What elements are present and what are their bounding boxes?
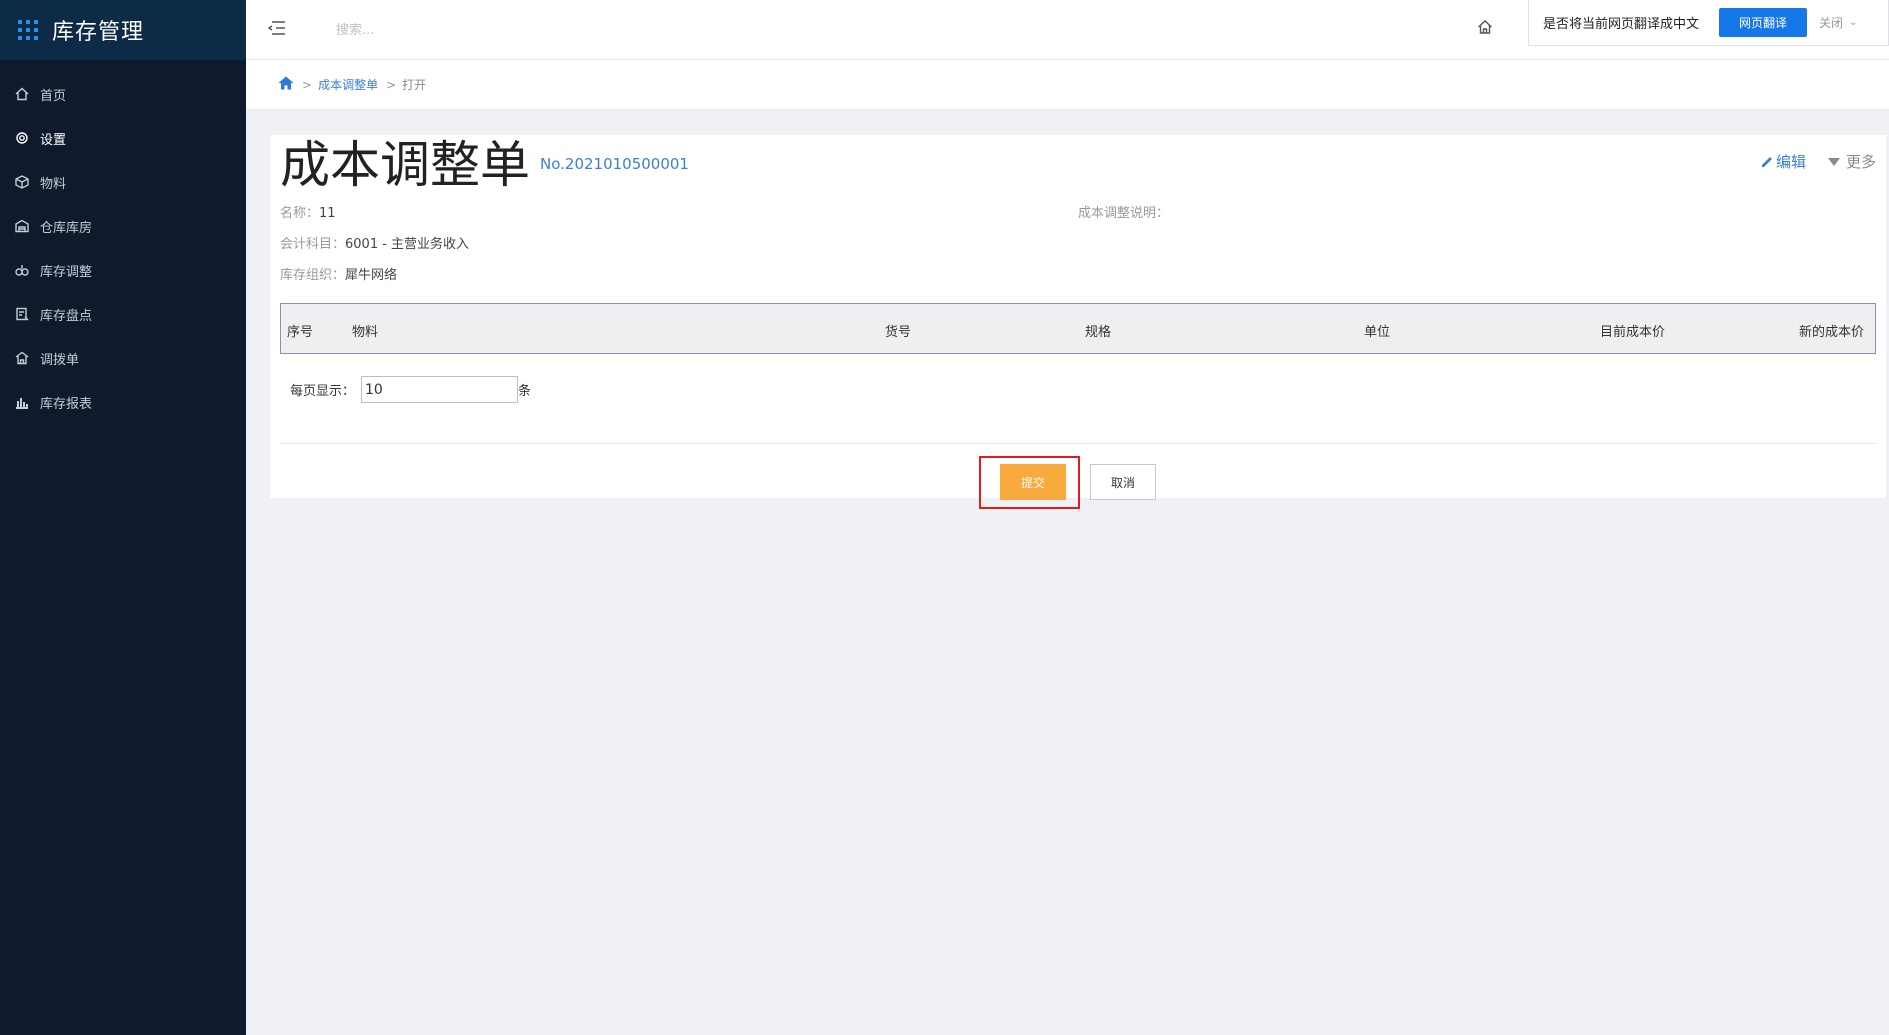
sidebar-item-label: 设置 [40,132,67,148]
menu-toggle-icon[interactable] [267,20,286,36]
sidebar-item-label: 调拨单 [40,352,80,368]
sidebar-item-settings[interactable]: 设置 [0,116,246,160]
bar-chart-icon [14,394,30,410]
more-label: 更多 [1845,153,1876,171]
edit-button[interactable]: 编辑 [1761,151,1806,172]
column-header-spec[interactable]: 规格 [1085,321,1111,340]
column-header-seq[interactable]: 序号 [287,321,313,340]
sidebar-item-warehouse[interactable]: 仓库库房 [0,204,246,248]
warehouse-icon [14,218,30,234]
edit-label: 编辑 [1775,153,1806,171]
sidebar-item-label: 仓库库房 [40,220,93,236]
sidebar-item-stock-adjust[interactable]: 库存调整 [0,248,246,292]
breadcrumb-separator: > [302,77,313,92]
table-header: 序号 物料 货号 规格 单位 目前成本价 新的成本价 [280,303,1876,354]
brand: 库存管理 [0,0,246,60]
breadcrumb: > 成本调整单 > 打开 [246,60,1889,110]
transfer-icon [14,350,30,366]
translate-close-button[interactable]: 关闭 [1819,14,1843,31]
home-icon [14,86,30,102]
breadcrumb-separator: > [386,77,397,92]
column-header-new-cost[interactable]: 新的成本价 [1799,321,1864,340]
search-input[interactable] [336,16,636,44]
name-value: 11 [319,206,336,221]
name-label: 名称： [280,206,320,221]
app-title: 库存管理 [52,20,145,45]
sidebar-item-reports[interactable]: 库存报表 [0,380,246,424]
sidebar-item-label: 首页 [40,88,67,104]
page-size-unit: 条 [518,384,532,399]
translate-prompt-text: 是否将当前网页翻译成中文 [1543,17,1700,32]
caret-down-icon [1827,157,1840,166]
home-icon[interactable] [1477,19,1495,37]
org-label: 库存组织： [280,268,346,283]
page-size-input[interactable] [361,376,519,403]
column-header-current-cost[interactable]: 目前成本价 [1600,321,1665,340]
inventory-icon [14,306,30,322]
sidebar-item-label: 库存报表 [40,396,93,412]
page-title: 成本调整单 [280,136,530,194]
account-field: 会计科目：6001 - 主营业务收入 [280,233,469,252]
cube-icon [14,174,30,190]
more-button[interactable]: 更多 [1827,151,1876,172]
translate-prompt-bar: 是否将当前网页翻译成中文 网页翻译 关闭 ⌄ [1528,0,1889,46]
chevron-down-icon[interactable]: ⌄ [1849,17,1857,28]
org-value: 犀牛网络 [345,268,398,283]
sidebar-item-transfer[interactable]: 调拨单 [0,336,246,380]
home-icon[interactable] [278,76,294,93]
org-field: 库存组织：犀牛网络 [280,264,397,283]
submit-button[interactable]: 提交 [1000,464,1066,500]
description-label: 成本调整说明： [1078,206,1170,221]
translate-button[interactable]: 网页翻译 [1719,8,1808,37]
column-header-sku[interactable]: 货号 [885,321,911,340]
sidebar-nav: 首页 设置 物料 仓库库房 库存调整 库存盘点 调拨单 库存报表 [0,72,246,424]
description-field: 成本调整说明： [1078,202,1169,221]
divider [280,443,1876,444]
gear-icon [14,130,30,146]
sidebar-item-home[interactable]: 首页 [0,72,246,116]
document-card: 成本调整单 No.2021010500001 编辑 更多 名称：11 成本调整说… [270,135,1886,509]
name-field: 名称：11 [280,202,336,221]
sidebar-item-label: 物料 [40,176,67,192]
sidebar-item-label: 库存调整 [40,264,93,280]
sidebar-item-stocktake[interactable]: 库存盘点 [0,292,246,336]
account-value: 6001 - 主营业务收入 [345,237,470,252]
account-label: 会计科目： [280,237,346,252]
cancel-button[interactable]: 取消 [1090,464,1156,500]
page-size-label: 每页显示： [290,384,356,399]
pencil-icon [1761,156,1773,167]
apps-grid-icon[interactable] [18,20,38,40]
column-header-material[interactable]: 物料 [352,321,378,340]
column-header-unit[interactable]: 单位 [1364,321,1390,340]
adjust-icon [14,262,30,278]
breadcrumb-current: 打开 [402,78,427,92]
sidebar-item-label: 库存盘点 [40,308,93,324]
page-size-control: 每页显示： 条 [290,376,531,403]
document-number: No.2021010500001 [540,155,689,173]
breadcrumb-link[interactable]: 成本调整单 [318,76,378,93]
sidebar: 库存管理 首页 设置 物料 仓库库房 库存调整 库存盘点 调拨单 库存报表 [0,0,246,1035]
sidebar-item-materials[interactable]: 物料 [0,160,246,204]
